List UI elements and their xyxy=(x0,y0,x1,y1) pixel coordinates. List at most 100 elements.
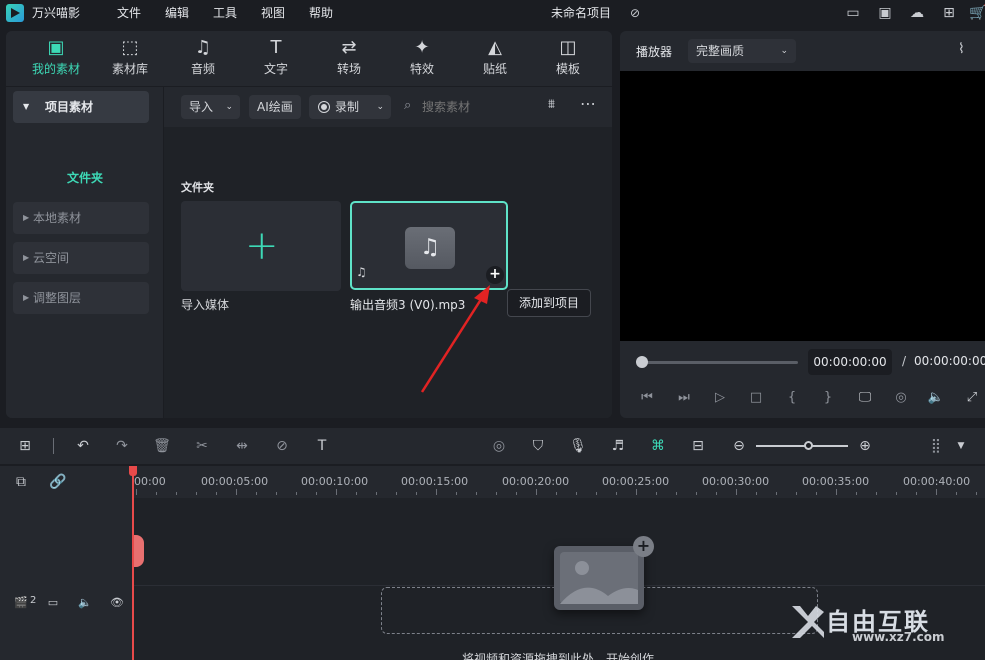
menu-help[interactable]: 帮助 xyxy=(309,4,333,21)
record-dropdown[interactable]: 录制 ⌄ xyxy=(309,95,391,119)
video-track-header: 🎬 2 ▭ 🔈 👁 xyxy=(0,594,134,624)
menu-view[interactable]: 视图 xyxy=(261,4,285,21)
add-media-icon[interactable]: + xyxy=(633,536,654,557)
zoom-in-icon[interactable]: ⊕ xyxy=(854,436,876,456)
import-dropdown[interactable]: 导入 ⌄ xyxy=(181,95,240,119)
save-icon[interactable]: ▣ xyxy=(875,3,895,23)
audio-detach-icon[interactable]: ⇹ xyxy=(231,436,253,456)
tab-stock-library[interactable]: ⬚ 素材库 xyxy=(94,31,166,87)
sidebar-item-adjustment-layer[interactable]: ▶ 调整图层 xyxy=(13,282,149,314)
tab-transitions[interactable]: ⇄ 转场 xyxy=(313,31,385,87)
ruler-tick xyxy=(516,492,517,495)
apps-grid-icon[interactable]: ⊞ xyxy=(939,3,959,23)
ruler-tick xyxy=(636,489,637,495)
sidebar-item-label: 云空间 xyxy=(33,251,70,265)
redo-icon[interactable]: ↷ xyxy=(111,436,133,456)
stop-icon[interactable]: □ xyxy=(745,387,767,409)
search-icon: ⌕ xyxy=(404,98,412,113)
sidebar-item-local-media[interactable]: ▶ 本地素材 xyxy=(13,202,149,234)
drop-hint-text: 将视频和资源拖拽到此处，开始创作 xyxy=(462,652,655,660)
search-input[interactable] xyxy=(422,95,542,119)
fullscreen-icon[interactable]: ⤢ xyxy=(961,387,983,409)
delete-icon[interactable]: 🗑 xyxy=(151,436,173,456)
tab-stickers[interactable]: ◭ 贴纸 xyxy=(459,31,531,87)
ruler-tick xyxy=(496,492,497,495)
fit-timeline-icon[interactable]: ⊟ xyxy=(687,436,709,456)
menu-file[interactable]: 文件 xyxy=(117,4,141,21)
more-options-icon[interactable]: ⋯ xyxy=(580,94,597,113)
caret-right-icon: ▶ xyxy=(23,213,30,222)
tab-effects[interactable]: ✦ 特效 xyxy=(386,31,458,87)
playback-progress-track[interactable] xyxy=(640,361,798,364)
disable-icon[interactable]: ⊘ xyxy=(271,436,293,456)
tab-label: 文字 xyxy=(263,62,288,76)
player-panel: 播放器 完整画质 ⌄ ⌇ 00:00:00:00 / 00:00:00:00 ⏮… xyxy=(620,31,985,418)
current-time[interactable]: 00:00:00:00 xyxy=(808,349,892,375)
cloud-upload-icon[interactable]: ☁ xyxy=(907,3,927,23)
sidebar-item-cloud-space[interactable]: ▶ 云空间 xyxy=(13,242,149,274)
preview-screen[interactable] xyxy=(620,71,985,341)
import-media-card[interactable]: + xyxy=(181,201,341,291)
player-label: 播放器 xyxy=(636,45,673,59)
play-icon[interactable]: ▷ xyxy=(709,387,731,409)
cart-icon[interactable]: 🛒 xyxy=(968,3,985,23)
render-preview-icon[interactable]: ◎ xyxy=(488,436,510,456)
layout-icon[interactable]: ▭ xyxy=(843,3,863,23)
volume-icon[interactable]: 🔈 xyxy=(76,594,94,612)
text-tool-icon[interactable]: T xyxy=(311,436,333,456)
undo-icon[interactable]: ↶ xyxy=(72,436,94,456)
arrow-shaft xyxy=(420,292,487,393)
tab-label: 音频 xyxy=(190,62,215,76)
annotation-arrow xyxy=(420,285,490,393)
marker-icon[interactable]: ⛉ xyxy=(527,436,549,456)
prev-frame-icon[interactable]: ⏮ xyxy=(636,387,658,409)
project-name[interactable]: 未命名项目 xyxy=(551,4,611,21)
zoom-slider-track[interactable] xyxy=(756,445,848,447)
split-icon[interactable]: ✂ xyxy=(191,436,213,456)
link-icon[interactable]: 🔗 xyxy=(49,474,66,490)
sidebar-item-folder[interactable]: 文件夹 xyxy=(13,169,157,186)
ruler-tick xyxy=(716,492,717,495)
snap-icon[interactable]: ⌘ xyxy=(647,436,669,456)
ruler-tick xyxy=(876,492,877,495)
ai-draw-button[interactable]: AI绘画 xyxy=(249,95,301,119)
tab-templates[interactable]: ◫ 模板 xyxy=(532,31,604,87)
zoom-out-icon[interactable]: ⊖ xyxy=(728,436,750,456)
sidebar-item-label: 项目素材 xyxy=(45,100,94,114)
volume-icon[interactable]: 🔈 xyxy=(925,387,947,409)
waveform-monitor-icon[interactable]: ⌇ xyxy=(958,41,965,57)
ruler-label: 00:00 xyxy=(134,475,166,488)
layout-grid-icon[interactable]: ⊞ xyxy=(14,436,36,456)
chevron-down-icon: ⌄ xyxy=(225,102,233,112)
caret-right-icon: ▶ xyxy=(23,293,30,302)
menu-tools[interactable]: 工具 xyxy=(213,4,237,21)
caret-down-icon[interactable]: ▼ xyxy=(950,436,972,456)
add-track-icon[interactable]: ⧉ xyxy=(16,474,26,490)
eye-icon[interactable]: 👁 xyxy=(108,594,126,612)
next-frame-icon[interactable]: ⏭ xyxy=(673,387,695,409)
track-settings-icon[interactable]: ⣿ xyxy=(925,436,947,456)
playhead-drag-handle[interactable] xyxy=(134,535,144,567)
tab-audio[interactable]: ♫ 音频 xyxy=(167,31,239,87)
audio-list-icon[interactable]: ♬ xyxy=(607,436,629,456)
playhead-marker[interactable] xyxy=(129,466,137,476)
quality-select[interactable]: 完整画质 ⌄ xyxy=(688,39,796,63)
audio-media-card[interactable]: ♫ ♫ + xyxy=(350,201,508,290)
filter-icon[interactable]: ⩩ xyxy=(548,97,555,112)
playback-progress-knob[interactable] xyxy=(636,356,648,368)
menu-edit[interactable]: 编辑 xyxy=(165,4,189,21)
tab-my-media[interactable]: ▣ 我的素材 xyxy=(20,31,92,87)
zoom-slider-knob[interactable] xyxy=(804,441,813,450)
import-media-label: 导入媒体 xyxy=(181,298,230,312)
display-icon[interactable]: 🖵 xyxy=(854,387,876,409)
snapshot-icon[interactable]: ◎ xyxy=(890,387,912,409)
ruler-tick xyxy=(956,492,957,495)
microphone-icon[interactable]: 🎙 xyxy=(567,436,589,456)
chevron-down-icon: ⌄ xyxy=(780,46,788,56)
timeline-ruler[interactable]: 00:00 00:00:05:00 00:00:10:00 00:00:15:0… xyxy=(134,466,985,498)
tab-text[interactable]: T 文字 xyxy=(240,31,312,87)
sidebar-item-project-media[interactable]: ▼ 项目素材 xyxy=(13,91,149,123)
folder-icon[interactable]: ▭ xyxy=(44,594,62,612)
mark-in-icon[interactable]: { xyxy=(781,387,803,409)
mark-out-icon[interactable]: } xyxy=(817,387,839,409)
